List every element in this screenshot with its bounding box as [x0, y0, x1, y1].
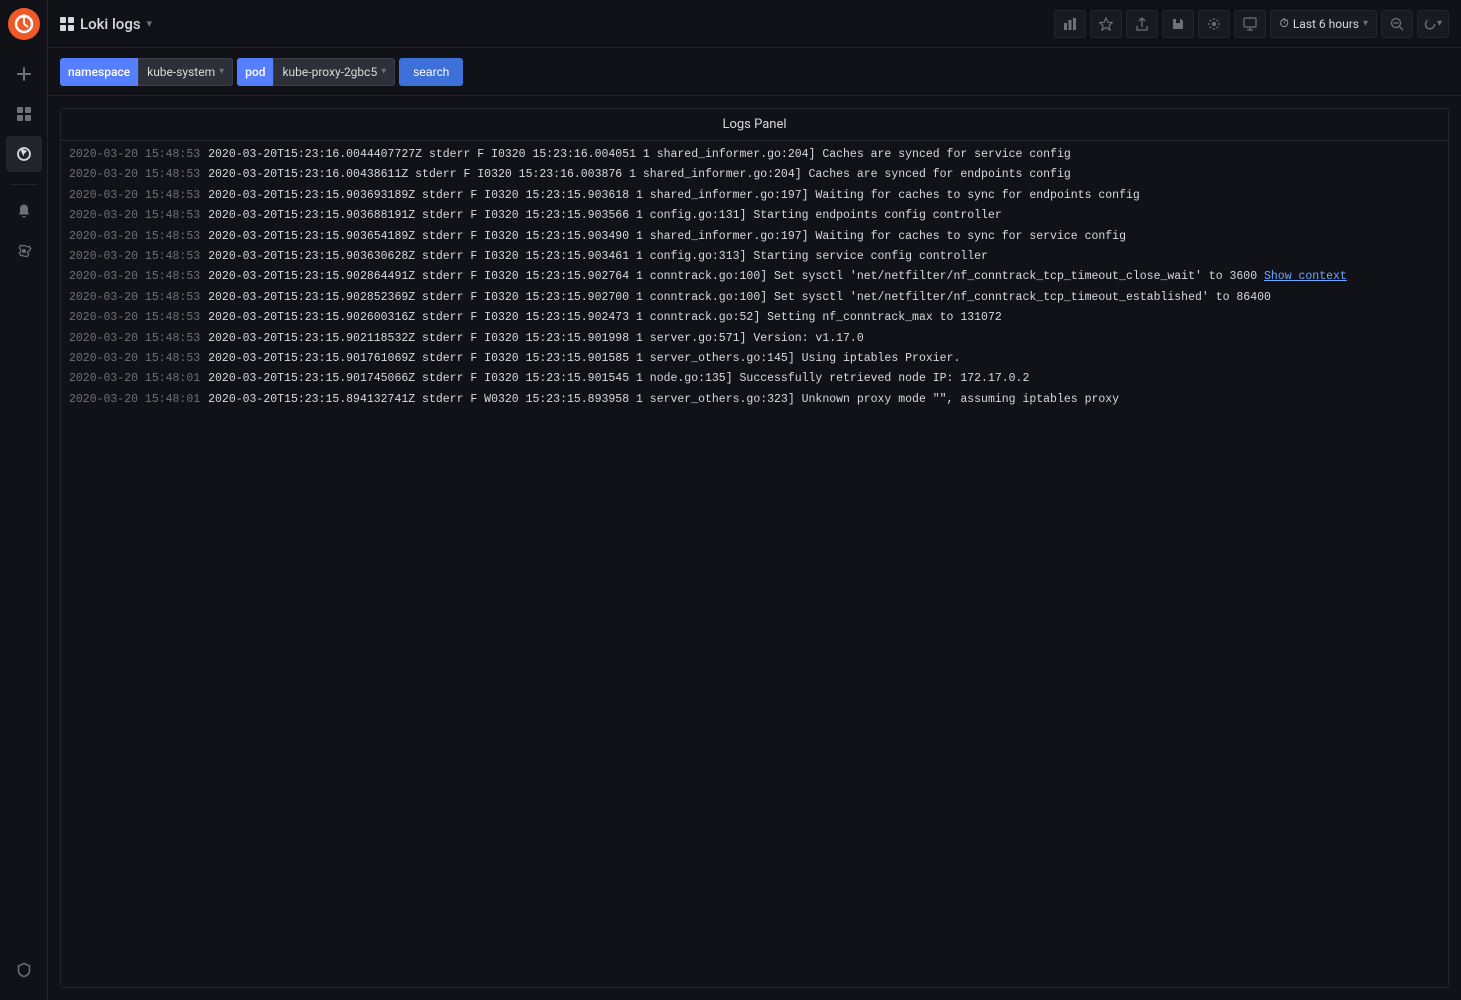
main-content: Loki logs ▾: [48, 0, 1461, 1000]
log-row: 2020-03-20 15:48:53 2020-03-20T15:23:15.9…: [61, 267, 1448, 287]
log-message: 2020-03-20T15:23:15.903688191Z stderr F …: [208, 207, 1002, 225]
shield-icon[interactable]: [6, 952, 42, 988]
search-button[interactable]: search: [399, 58, 463, 86]
log-row: 2020-03-20 15:48:53 2020-03-20T15:23:15.9…: [61, 186, 1448, 206]
grid-icon: [60, 17, 74, 31]
pod-tag: pod kube-proxy-2gbc5 ▾: [237, 58, 395, 86]
log-timestamp: 2020-03-20 15:48:53: [69, 289, 200, 307]
namespace-tag: namespace kube-system ▾: [60, 58, 233, 86]
log-timestamp: 2020-03-20 15:48:53: [69, 207, 200, 225]
log-timestamp: 2020-03-20 15:48:53: [69, 309, 200, 327]
log-timestamp: 2020-03-20 15:48:53: [69, 166, 200, 184]
log-message: 2020-03-20T15:23:15.903630628Z stderr F …: [208, 248, 988, 266]
namespace-value-text: kube-system: [147, 65, 215, 79]
page-title-area: Loki logs ▾: [60, 15, 1054, 33]
log-message: 2020-03-20T15:23:15.902600316Z stderr F …: [208, 309, 1002, 327]
log-message: 2020-03-20T15:23:15.902852369Z stderr F …: [208, 289, 1271, 307]
pod-value-text: kube-proxy-2gbc5: [282, 65, 377, 79]
log-message: 2020-03-20T15:23:16.00438611Z stderr F I…: [208, 166, 1071, 184]
title-dropdown-arrow[interactable]: ▾: [147, 17, 153, 30]
time-range-arrow: ▾: [1363, 18, 1368, 29]
log-timestamp: 2020-03-20 15:48:53: [69, 350, 200, 368]
namespace-key: namespace: [60, 58, 138, 86]
log-timestamp: 2020-03-20 15:48:53: [69, 268, 200, 286]
bar-chart-button[interactable]: [1054, 10, 1086, 38]
namespace-dropdown-arrow: ▾: [219, 66, 224, 77]
log-timestamp: 2020-03-20 15:48:53: [69, 228, 200, 246]
dashboard-icon[interactable]: [6, 96, 42, 132]
log-row: 2020-03-20 15:48:01 2020-03-20T15:23:15.9…: [61, 369, 1448, 389]
log-row: 2020-03-20 15:48:53 2020-03-20T15:23:15.9…: [61, 349, 1448, 369]
log-row: 2020-03-20 15:48:53 2020-03-20T15:23:15.9…: [61, 247, 1448, 267]
sidebar-bottom: [6, 952, 42, 1000]
monitor-button[interactable]: [1234, 10, 1266, 38]
log-message: 2020-03-20T15:23:15.901761069Z stderr F …: [208, 350, 960, 368]
namespace-value-dropdown[interactable]: kube-system ▾: [138, 58, 233, 86]
content-area: Logs Panel 2020-03-20 15:48:532020-03-20…: [48, 96, 1461, 1000]
log-message: 2020-03-20T15:23:15.894132741Z stderr F …: [208, 391, 1119, 409]
log-row: 2020-03-20 15:48:53 2020-03-20T15:23:16.0…: [61, 165, 1448, 185]
log-message: 2020-03-20T15:23:15.903693189Z stderr F …: [208, 187, 1140, 205]
log-message: 2020-03-20T15:23:15.902118532Z stderr F …: [208, 330, 864, 348]
time-range-picker[interactable]: ⏱ Last 6 hours ▾: [1270, 10, 1377, 38]
grafana-logo[interactable]: [8, 8, 40, 40]
time-range-label: Last 6 hours: [1293, 17, 1359, 31]
topbar: Loki logs ▾: [48, 0, 1461, 48]
log-row: 2020-03-20 15:48:01 2020-03-20T15:23:15.8…: [61, 390, 1448, 410]
panel-settings-button[interactable]: [1198, 10, 1230, 38]
logs-panel-header: Logs Panel: [61, 109, 1448, 141]
log-message: 2020-03-20T15:23:16.0044407727Z stderr F…: [208, 146, 1071, 164]
log-message: 2020-03-20T15:23:15.902864491Z stderr F …: [208, 268, 1347, 286]
log-timestamp: 2020-03-20 15:48:01: [69, 370, 200, 388]
logs-content[interactable]: 2020-03-20 15:48:53 2020-03-20T15:23:16.0…: [61, 141, 1448, 987]
settings-icon[interactable]: [6, 233, 42, 269]
log-row: 2020-03-20 15:48:53 2020-03-20T15:23:15.9…: [61, 227, 1448, 247]
pod-key: pod: [237, 58, 273, 86]
log-timestamp: 2020-03-20 15:48:53: [69, 248, 200, 266]
pod-value-dropdown[interactable]: kube-proxy-2gbc5 ▾: [273, 58, 395, 86]
log-timestamp: 2020-03-20 15:48:53: [69, 146, 200, 164]
star-button[interactable]: [1090, 10, 1122, 38]
log-timestamp: 2020-03-20 15:48:53: [69, 187, 200, 205]
log-row: 2020-03-20 15:48:53 2020-03-20T15:23:16.0…: [61, 145, 1448, 165]
sidebar: [0, 0, 48, 1000]
log-timestamp: 2020-03-20 15:48:53: [69, 330, 200, 348]
logs-panel: Logs Panel 2020-03-20 15:48:532020-03-20…: [60, 108, 1449, 988]
log-message: 2020-03-20T15:23:15.903654189Z stderr F …: [208, 228, 1126, 246]
log-row: 2020-03-20 15:48:53 2020-03-20T15:23:15.9…: [61, 329, 1448, 349]
query-bar: namespace kube-system ▾ pod kube-proxy-2…: [48, 48, 1461, 96]
pod-dropdown-arrow: ▾: [381, 66, 386, 77]
share-button[interactable]: [1126, 10, 1158, 38]
topbar-actions: ⏱ Last 6 hours ▾ ▾: [1054, 10, 1449, 38]
clock-icon: ⏱: [1279, 16, 1288, 31]
save-button[interactable]: [1162, 10, 1194, 38]
refresh-button[interactable]: ▾: [1417, 10, 1449, 38]
explore-icon[interactable]: [6, 136, 42, 172]
plus-icon[interactable]: [6, 56, 42, 92]
log-message: 2020-03-20T15:23:15.901745066Z stderr F …: [208, 370, 1029, 388]
page-title: Loki logs: [80, 15, 141, 33]
log-timestamp: 2020-03-20 15:48:01: [69, 391, 200, 409]
log-row: 2020-03-20 15:48:53 2020-03-20T15:23:15.9…: [61, 308, 1448, 328]
log-row: 2020-03-20 15:48:53 2020-03-20T15:23:15.9…: [61, 288, 1448, 308]
sidebar-divider: [10, 184, 38, 185]
show-context-link[interactable]: Show context: [1264, 270, 1347, 283]
log-row: 2020-03-20 15:48:53 2020-03-20T15:23:15.9…: [61, 206, 1448, 226]
zoom-out-button[interactable]: [1381, 10, 1413, 38]
alerting-icon[interactable]: [6, 193, 42, 229]
